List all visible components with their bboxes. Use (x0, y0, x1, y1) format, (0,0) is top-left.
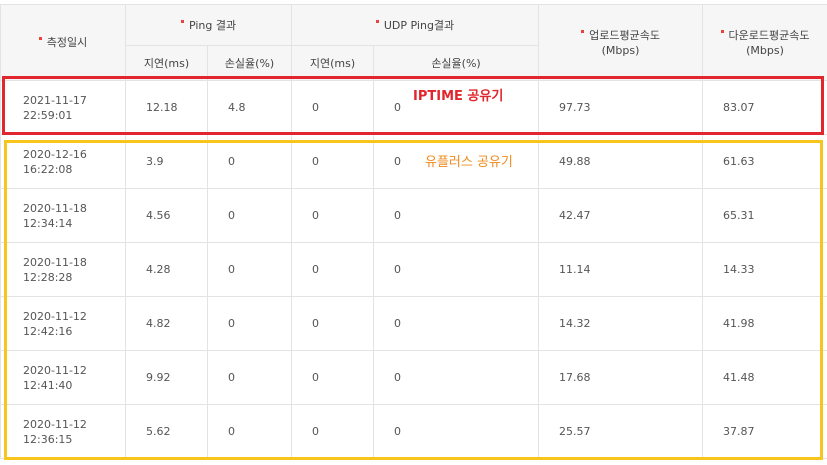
table-row: 2020-11-12 12:36:15 5.62 0 0 0 25.57 37.87 (0, 404, 827, 459)
header-udp-ping-result: UDP Ping결과 (291, 4, 540, 46)
udp-latency-cell: 0 (291, 134, 375, 189)
ping-latency-cell: 4.28 (125, 242, 208, 297)
udp-loss-cell: 0 (373, 404, 540, 459)
measure-date: 2020-11-12 (23, 309, 87, 323)
ping-loss-cell: 0 (206, 188, 293, 243)
measure-clock-time: 12:41:40 (23, 378, 73, 392)
speed-test-history: 측정일시 Ping 결과 UDP Ping결과 업로드평균속도 (Mbps) 다… (0, 0, 827, 465)
udp-loss-cell: 0 (373, 296, 540, 351)
measure-date: 2020-11-12 (23, 363, 87, 377)
udp-loss-cell: 0 (373, 242, 540, 297)
measure-clock-time: 12:42:16 (23, 324, 73, 338)
measure-clock-time: 12:34:14 (23, 216, 73, 230)
upload-cell: 42.47 (538, 188, 704, 243)
udp-loss-cell: 0 (373, 350, 540, 405)
ping-latency-cell: 5.62 (125, 404, 208, 459)
download-cell: 65.31 (702, 188, 827, 243)
upload-cell: 25.57 (538, 404, 704, 459)
udp-loss-cell: 0 (373, 188, 540, 243)
bullet-dot (375, 19, 379, 23)
udp-latency-cell: 0 (291, 80, 375, 135)
download-cell: 41.98 (702, 296, 827, 351)
bullet-dot (38, 37, 42, 40)
header-ping-loss: 손실율(%) (206, 45, 293, 81)
download-cell: 14.33 (702, 242, 827, 297)
udp-latency-cell: 0 (291, 188, 375, 243)
measure-clock-time: 22:59:01 (23, 108, 73, 122)
ping-latency-cell: 9.92 (125, 350, 208, 405)
measure-time-cell: 2021-11-17 22:59:01 (0, 80, 126, 135)
measure-clock-time: 16:22:08 (23, 162, 73, 176)
measure-time-cell: 2020-11-18 12:34:14 (0, 188, 126, 243)
bullet-dot (581, 29, 585, 33)
ping-loss-cell: 0 (206, 296, 293, 351)
table-row: 2020-11-18 12:34:14 4.56 0 0 0 42.47 65.31 (0, 188, 827, 243)
ping-latency-cell: 4.56 (125, 188, 208, 243)
udp-latency-cell: 0 (291, 296, 375, 351)
measure-time-cell: 2020-11-18 12:28:28 (0, 242, 126, 297)
upload-cell: 97.73 (538, 80, 704, 135)
download-cell: 37.87 (702, 404, 827, 459)
download-cell: 83.07 (702, 80, 827, 135)
table-row: 2020-12-16 16:22:08 3.9 0 0 0 49.88 61.63 (0, 134, 827, 189)
download-cell: 61.63 (702, 134, 827, 189)
measure-date: 2020-11-12 (23, 417, 87, 431)
upload-cell: 14.32 (538, 296, 704, 351)
uplus-router-label: 유플러스 공유기 (425, 155, 513, 170)
bullet-dot (720, 29, 724, 33)
ping-loss-cell: 4.8 (206, 80, 293, 135)
measure-time-cell: 2020-11-12 12:41:40 (0, 350, 126, 405)
upload-cell: 11.14 (538, 242, 704, 297)
header-measure-time: 측정일시 (0, 4, 126, 81)
measure-time-cell: 2020-11-12 12:36:15 (0, 404, 126, 459)
bullet-dot (180, 19, 184, 23)
header-udp-latency: 지연(ms) (291, 45, 375, 81)
ping-latency-cell: 3.9 (125, 134, 208, 189)
udp-latency-cell: 0 (291, 350, 375, 405)
udp-latency-cell: 0 (291, 242, 375, 297)
iptime-router-label: IPTIME 공유기 (413, 89, 504, 104)
measure-clock-time: 12:28:28 (23, 270, 73, 284)
ping-latency-cell: 12.18 (125, 80, 208, 135)
upload-cell: 17.68 (538, 350, 704, 405)
ping-loss-cell: 0 (206, 404, 293, 459)
speed-test-table: 측정일시 Ping 결과 UDP Ping결과 업로드평균속도 (Mbps) 다… (0, 4, 827, 459)
ping-loss-cell: 0 (206, 350, 293, 405)
measure-clock-time: 12:36:15 (23, 432, 73, 446)
measure-date: 2020-12-16 (23, 147, 87, 161)
measure-date: 2020-11-18 (23, 255, 87, 269)
measure-date: 2020-11-18 (23, 201, 87, 215)
ping-loss-cell: 0 (206, 134, 293, 189)
ping-loss-cell: 0 (206, 242, 293, 297)
header-upload-average: 업로드평균속도 (Mbps) (538, 4, 704, 81)
header-ping-result: Ping 결과 (124, 4, 293, 46)
measure-time-cell: 2020-11-12 12:42:16 (0, 296, 126, 351)
header-row-top: 측정일시 Ping 결과 UDP Ping결과 업로드평균속도 (Mbps) 다… (0, 4, 827, 81)
measure-date: 2021-11-17 (23, 93, 87, 107)
table-row: 2020-11-12 12:41:40 9.92 0 0 0 17.68 41.48 (0, 350, 827, 405)
measure-time-cell: 2020-12-16 16:22:08 (0, 134, 126, 189)
upload-cell: 49.88 (538, 134, 704, 189)
header-ping-latency: 지연(ms) (125, 45, 208, 81)
download-cell: 41.48 (702, 350, 827, 405)
udp-latency-cell: 0 (291, 404, 375, 459)
ping-latency-cell: 4.82 (125, 296, 208, 351)
header-download-average: 다운로드평균속도 (Mbps) (702, 4, 827, 81)
table-body: 2021-11-17 22:59:01 12.18 4.8 0 0 97.73 83.07 20… (0, 80, 827, 459)
table-row: 2020-11-18 12:28:28 4.28 0 0 0 11.14 14.33 (0, 242, 827, 297)
table-row: 2020-11-12 12:42:16 4.82 0 0 0 14.32 41.98 (0, 296, 827, 351)
header-udp-loss: 손실율(%) (373, 45, 540, 81)
